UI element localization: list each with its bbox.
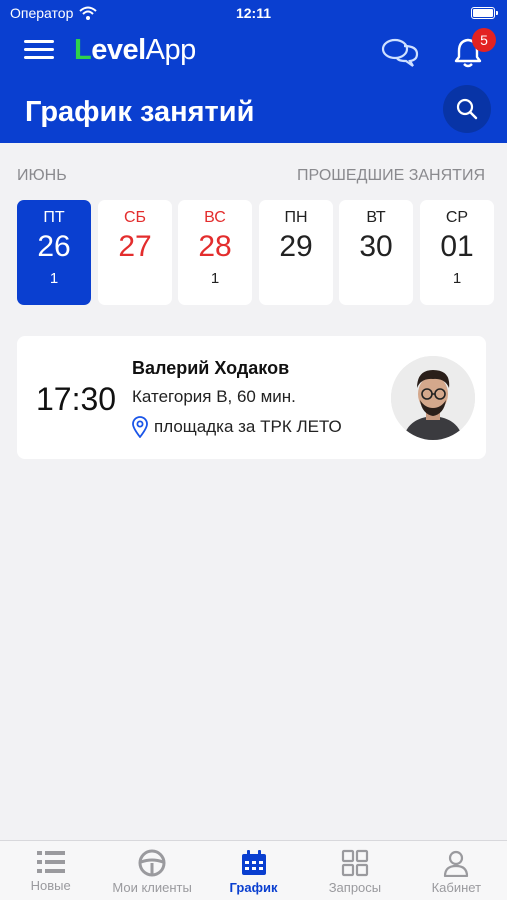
- list-icon: [36, 851, 65, 873]
- logo-word: evel: [91, 34, 146, 66]
- day-strip[interactable]: ПТ 26 1 СБ 27 ВС 28 1 ПН 29 ВТ 30 СР 01 …: [17, 200, 507, 305]
- day-weekday: ВС: [204, 209, 226, 226]
- app-header: Оператор 12:11 L evel App 5 График занят…: [0, 0, 507, 143]
- day-weekday: ПТ: [43, 209, 65, 226]
- day-number: 01: [440, 230, 474, 263]
- tab-my-clients[interactable]: Мои клиенты: [101, 841, 202, 900]
- past-lessons-link[interactable]: ПРОШЕДШИЕ ЗАНЯТИЯ: [297, 167, 485, 185]
- logo-letter: L: [74, 34, 92, 66]
- steering-wheel-icon: [138, 849, 166, 877]
- tab-label: График: [229, 880, 278, 895]
- search-icon: [456, 98, 478, 120]
- student-name: Валерий Ходаков: [132, 358, 290, 378]
- user-icon: [444, 850, 469, 877]
- day-number: 28: [198, 230, 232, 263]
- notifications-badge: 5: [472, 28, 496, 52]
- day-weekday: СР: [445, 209, 469, 226]
- day-sun-28[interactable]: ВС 28 1: [178, 200, 252, 305]
- menu-button[interactable]: [24, 40, 54, 64]
- day-lesson-count: 1: [49, 270, 59, 287]
- day-tue-30[interactable]: ВТ 30: [339, 200, 413, 305]
- grid-icon: [341, 849, 369, 877]
- tab-bar: Новые Мои клиенты График Запросы Кабинет: [0, 840, 507, 900]
- clock: 12:11: [235, 5, 272, 21]
- day-number: 26: [37, 230, 71, 263]
- chat-button[interactable]: [380, 36, 420, 68]
- lesson-card[interactable]: 17:30 Валерий Ходаков Категория B, 60 ми…: [17, 336, 486, 459]
- chat-icon: [381, 38, 419, 67]
- tab-schedule[interactable]: График: [203, 841, 304, 900]
- tab-label: Запросы: [328, 880, 382, 895]
- day-lesson-count: 1: [452, 270, 462, 287]
- lesson-time: 17:30: [36, 381, 117, 417]
- day-number: 29: [279, 230, 313, 263]
- calendar-icon: [241, 850, 266, 875]
- page-title: График занятий: [25, 96, 255, 128]
- day-fri-26[interactable]: ПТ 26 1: [17, 200, 91, 305]
- day-wed-01[interactable]: СР 01 1: [420, 200, 494, 305]
- month-label: ИЮНЬ: [17, 167, 67, 184]
- battery-icon: [471, 7, 498, 19]
- lesson-category: Категория B, 60 мин.: [132, 387, 296, 406]
- day-sat-27[interactable]: СБ 27: [98, 200, 172, 305]
- tab-label: Новые: [30, 878, 71, 893]
- tab-cabinet[interactable]: Кабинет: [406, 841, 507, 900]
- day-weekday: ВТ: [366, 209, 386, 226]
- search-button[interactable]: [443, 85, 491, 133]
- day-number: 30: [359, 230, 393, 263]
- day-weekday: СБ: [123, 209, 147, 226]
- tab-requests[interactable]: Запросы: [304, 841, 405, 900]
- lesson-location: площадка за ТРК ЛЕТО: [132, 416, 342, 438]
- tab-label: Мои клиенты: [112, 880, 192, 895]
- location-pin-icon: [132, 416, 148, 438]
- day-lesson-count: 1: [210, 270, 220, 287]
- tab-new[interactable]: Новые: [0, 841, 101, 900]
- student-avatar: [391, 356, 475, 440]
- student-photo: [391, 356, 475, 440]
- app-logo: L evel App: [74, 34, 196, 67]
- day-number: 27: [118, 230, 152, 263]
- lesson-location-text: площадка за ТРК ЛЕТО: [154, 417, 342, 436]
- day-weekday: ПН: [284, 209, 308, 226]
- logo-app: App: [145, 34, 197, 66]
- day-mon-29[interactable]: ПН 29: [259, 200, 333, 305]
- tab-label: Кабинет: [431, 880, 482, 895]
- status-bar: Оператор 12:11: [0, 0, 507, 28]
